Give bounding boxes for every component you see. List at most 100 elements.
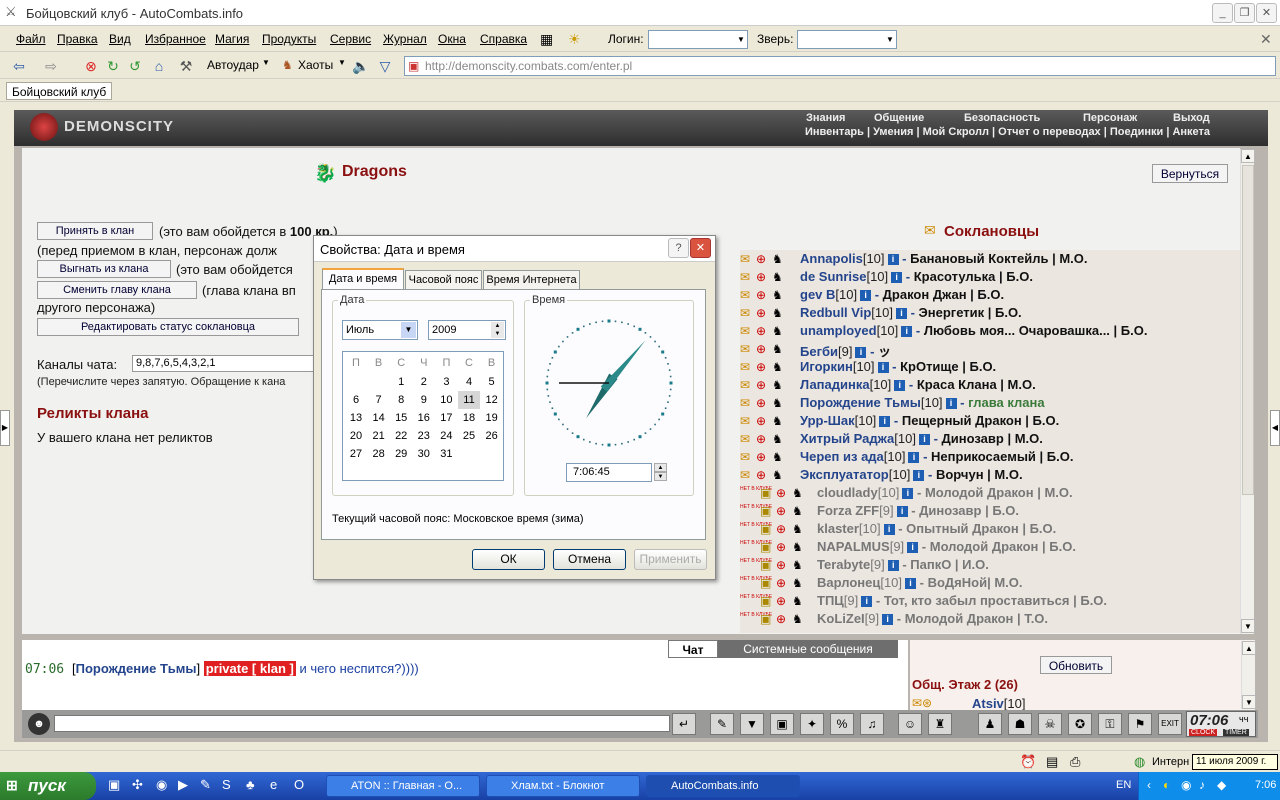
exit-icon[interactable]: EXIT (1158, 713, 1182, 735)
scroll-thumb[interactable] (1242, 165, 1254, 495)
menu-windows[interactable]: Окна (438, 32, 466, 46)
spin-up-icon[interactable]: ▲ (654, 463, 667, 472)
calendar-day[interactable]: 27 (345, 445, 367, 463)
tab-fight-club[interactable]: Бойцовский клуб (6, 82, 113, 100)
calendar-day[interactable]: 4 (458, 373, 480, 391)
member-name[interactable]: Terabyte[9] i - ПапкО | И.О. (817, 557, 989, 572)
chat-author[interactable]: Порождение Тьмы (76, 661, 197, 676)
member-name[interactable]: Урр-Шак[10] i - Пещерный Дракон | Б.О. (800, 413, 1059, 428)
menu-journal[interactable]: Журнал (383, 32, 427, 46)
info-icon[interactable]: i (855, 347, 867, 358)
info-icon[interactable]: i (902, 488, 914, 499)
info-icon[interactable]: i (891, 272, 903, 283)
info-icon[interactable]: i (861, 596, 873, 607)
help-button[interactable]: ? (668, 238, 689, 258)
tab-timezone[interactable]: Часовой пояс (405, 270, 482, 290)
left-panel-toggle-icon[interactable]: ▶ (0, 410, 10, 446)
castle-icon[interactable]: ♜ (928, 713, 952, 735)
info-icon[interactable]: i (887, 254, 899, 265)
member-name[interactable]: ТПЦ[9] i - Тот, кто забыл проставиться | … (817, 593, 1107, 608)
castle-icon[interactable]: ▦ (540, 31, 553, 48)
dialog-close-button[interactable]: ✕ (690, 238, 711, 258)
main-scrollbar[interactable]: ▲ ▼ (1240, 149, 1255, 634)
quicklaunch-icon[interactable]: ✣ (132, 777, 143, 793)
info-icon[interactable]: i (894, 380, 906, 391)
member-name[interactable]: Annapolis[10] i - Банановый Коктейль | М.… (800, 251, 1088, 266)
scroll-down-icon[interactable]: ▼ (1241, 619, 1255, 633)
calendar-day[interactable]: 20 (345, 427, 367, 445)
member-name[interactable]: Варлонец[10] i - ВоДяНой| М.О. (817, 575, 1023, 590)
private-message-icon[interactable]: ✉ (740, 342, 754, 356)
private-message-icon[interactable]: ✉ (740, 360, 754, 374)
back-button[interactable]: Вернуться (1152, 164, 1228, 183)
calendar-day[interactable]: 25 (458, 427, 480, 445)
member-name[interactable]: Порождение Тьмы[10] i - глава клана (800, 395, 1045, 410)
member-name[interactable]: Эксплуататор[10] i - Ворчун | М.О. (800, 467, 1023, 482)
member-name[interactable]: gev B[10] i - Дракон Джан | Б.О. (800, 287, 1004, 302)
refresh-all-icon[interactable]: ↺ (126, 57, 144, 75)
ok-button[interactable]: ОК (472, 549, 545, 570)
alarm-icon[interactable]: ⏰ (1020, 754, 1036, 770)
calendar-day[interactable]: 13 (345, 409, 367, 427)
calendar-day[interactable]: 15 (390, 409, 412, 427)
tray-clock[interactable]: 7:06 (1255, 779, 1276, 791)
menu-file[interactable]: Файл (16, 32, 46, 46)
location-user[interactable]: Atsiv[10] (972, 696, 1025, 711)
tools-icon[interactable]: ⚒ (177, 57, 195, 75)
spin-down-icon[interactable]: ▼ (491, 330, 504, 338)
calendar-day[interactable]: 7 (368, 391, 390, 409)
kick-button[interactable]: Выгнать из клана (37, 260, 171, 278)
calendar-day[interactable]: 26 (481, 427, 503, 445)
info-icon[interactable]: i (895, 308, 907, 319)
calendar-day[interactable]: 5 (481, 373, 503, 391)
smile-icon[interactable]: ☺ (898, 713, 922, 735)
filter-icon[interactable]: ▼ (740, 713, 764, 735)
menu-service[interactable]: Сервис (330, 32, 371, 46)
member-name[interactable]: Череп из ада[10] i - Неприкосаемый | Б.О. (800, 449, 1073, 464)
autostrike-button[interactable]: Автоудар (207, 58, 259, 72)
member-name[interactable]: de Sunrise[10] i - Красотулька | Б.О. (800, 269, 1033, 284)
scroll-up-icon[interactable]: ▲ (1241, 149, 1255, 163)
opera-icon[interactable]: O (294, 777, 304, 792)
apply-button[interactable]: Применить (634, 549, 707, 570)
clock-label[interactable]: CLOCK (1189, 729, 1218, 736)
chaots-button[interactable]: Хаоты (298, 58, 333, 72)
fight-icon[interactable]: ✦ (800, 713, 824, 735)
back-icon[interactable]: ⇦ (10, 57, 28, 75)
save-icon[interactable]: ▣ (770, 713, 794, 735)
nav-character[interactable]: Персонаж (1083, 112, 1137, 124)
tray-icon[interactable]: ♪ (1199, 778, 1205, 792)
member-name[interactable]: Игоркин[10] i - КрОтище | Б.О. (800, 359, 996, 374)
menu-view[interactable]: Вид (109, 32, 131, 46)
tray-icon[interactable]: ◐ (1163, 778, 1170, 792)
member-name[interactable]: Redbull Vip[10] i - Энергетик | Б.О. (800, 305, 1022, 320)
quicklaunch-icon[interactable]: ◉ (156, 777, 167, 793)
menu-products[interactable]: Продукты (262, 32, 316, 46)
private-message-icon[interactable]: ✉ (740, 450, 754, 464)
music-icon[interactable]: ♫ (860, 713, 884, 735)
scale-icon[interactable]: % (830, 713, 854, 735)
member-name[interactable]: Forza ZFF[9] i - Динозавр | Б.О. (817, 503, 1019, 518)
tray-back-icon[interactable]: ‹ (1147, 778, 1151, 792)
nav-exit[interactable]: Выход (1173, 112, 1210, 124)
info-icon[interactable]: i (913, 470, 925, 481)
printer-icon[interactable]: ⎙ (1070, 754, 1080, 770)
calendar-day[interactable]: 28 (368, 445, 390, 463)
edit-status-button[interactable]: Редактировать статус соклановца (37, 318, 299, 336)
calendar-day[interactable]: 17 (435, 409, 457, 427)
menu-magic[interactable]: Магия (215, 32, 249, 46)
private-message-icon[interactable]: ✉ (740, 252, 754, 266)
menu-edit[interactable]: Правка (57, 32, 98, 46)
quicklaunch-icon[interactable]: ♣ (246, 777, 255, 792)
private-message-icon[interactable]: ✉ (740, 396, 754, 410)
menu-favorites[interactable]: Избранное (145, 32, 206, 46)
member-name[interactable]: Хитрый Раджа[10] i - Динозавр | М.О. (800, 431, 1043, 446)
spin-up-icon[interactable]: ▲ (491, 322, 504, 330)
calendar-day[interactable]: 11 (458, 391, 480, 409)
accept-button[interactable]: Принять в клан (37, 222, 153, 240)
member-name[interactable]: NAPALMUS[9] i - Молодой Дракон | Б.О. (817, 539, 1076, 554)
calendar-day[interactable]: 6 (345, 391, 367, 409)
avatar-icon[interactable]: ☻ (28, 713, 50, 735)
refresh-button[interactable]: Обновить (1040, 656, 1112, 674)
info-icon[interactable]: i (879, 416, 891, 427)
